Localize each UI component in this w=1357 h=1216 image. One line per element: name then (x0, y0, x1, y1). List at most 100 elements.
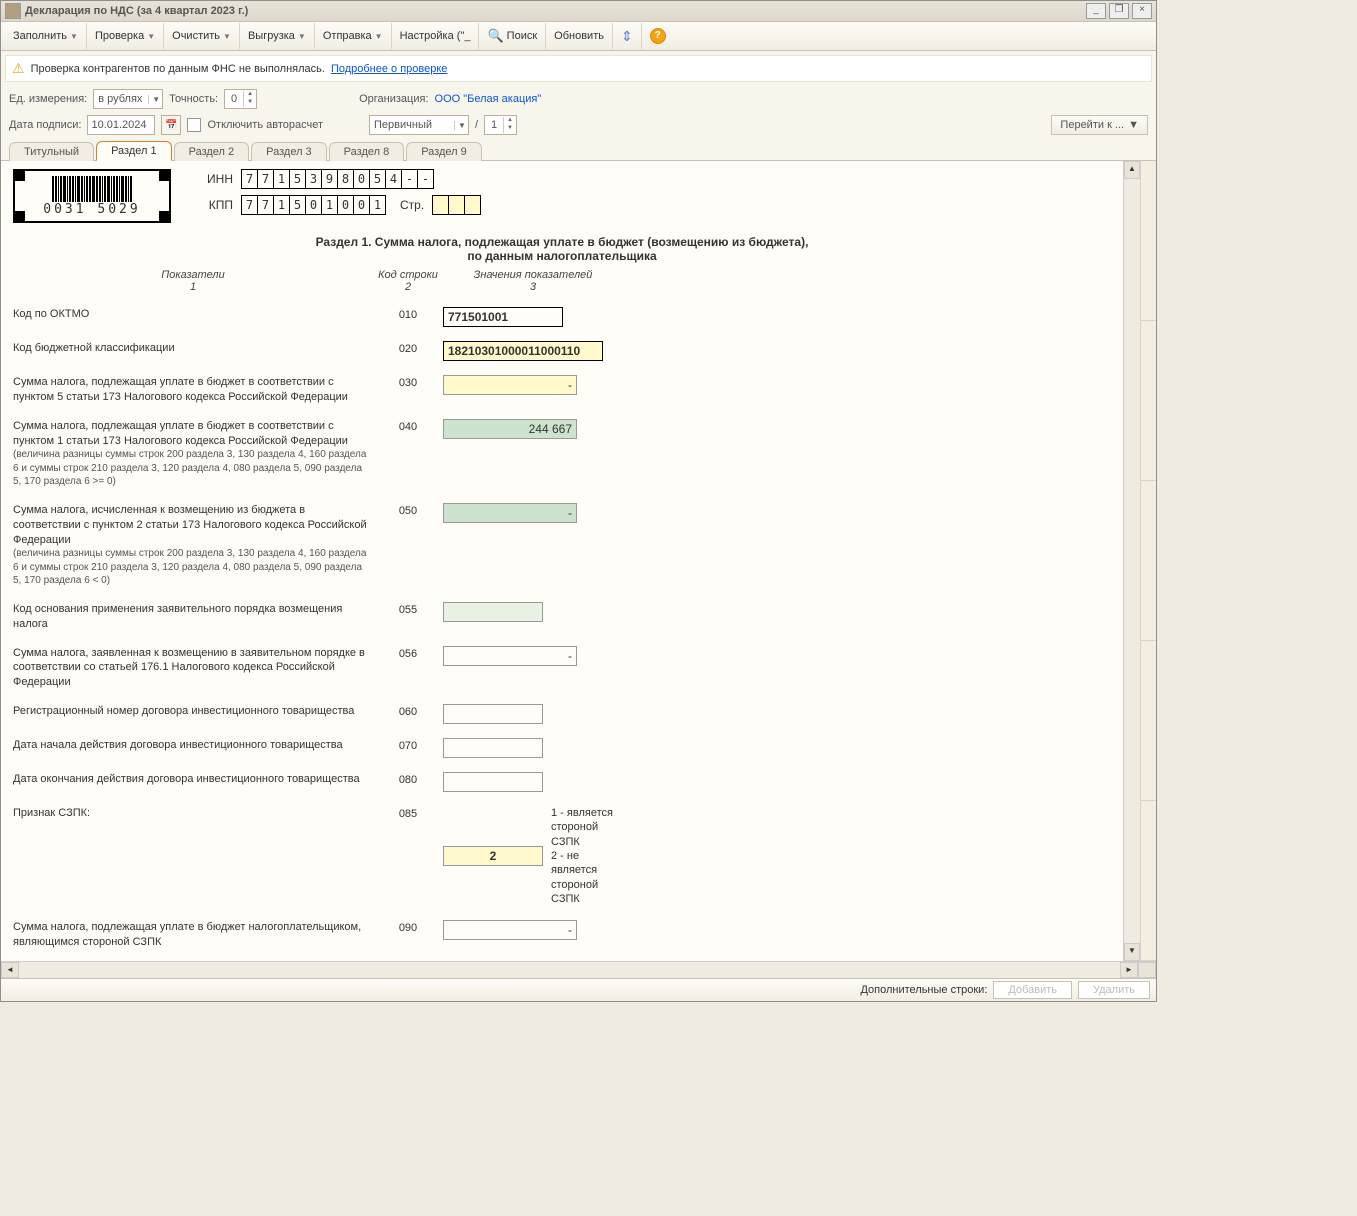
export-button[interactable]: Выгрузка▼ (240, 23, 315, 49)
form-row-050: Сумма налога, исчисленная к возмещению и… (13, 503, 1111, 588)
warning-link[interactable]: Подробнее о проверке (331, 63, 447, 75)
search-button[interactable]: 🔍Поиск (479, 23, 546, 49)
settings-button[interactable]: Настройка ("_ (392, 23, 480, 49)
value-cell: 21 - является стороной СЗПК2 - не являет… (443, 806, 623, 906)
warning-text: Проверка контрагентов по данным ФНС не в… (31, 63, 325, 75)
indicator-label: Сумма налога, подлежащая уплате в бюджет… (13, 419, 373, 489)
send-button[interactable]: Отправка▼ (315, 23, 392, 49)
warning-bar: ⚠ Проверка контрагентов по данным ФНС не… (5, 55, 1152, 82)
horizontal-scrollbar[interactable]: ◄ ► (1, 961, 1156, 978)
tab-section3[interactable]: Раздел 3 (251, 142, 327, 161)
column-headers: Показатели1 Код строки2 Значения показат… (13, 269, 1111, 293)
fill-button[interactable]: Заполнить▼ (5, 23, 87, 49)
form-row-030: Сумма налога, подлежащая уплате в бюджет… (13, 375, 1111, 405)
scroll-left-button[interactable]: ◄ (1, 962, 19, 978)
value-input[interactable] (443, 772, 543, 792)
vertical-scrollbar[interactable]: ▲ ▼ (1123, 161, 1140, 961)
disable-autocalc-label: Отключить авторасчет (207, 119, 323, 131)
delete-row-button[interactable]: Удалить (1078, 981, 1150, 999)
status-bar: Дополнительные строки: Добавить Удалить (1, 978, 1156, 1001)
help-button[interactable]: ? (642, 23, 674, 49)
param-row-1: Ед. измерения: в рублях▼ Точность: 0▲▼ О… (1, 86, 1156, 112)
form-row-090: Сумма налога, подлежащая уплате в бюджет… (13, 920, 1111, 950)
indicator-label: Сумма налога, подлежащая уплате в бюджет… (13, 375, 373, 405)
close-button[interactable]: × (1132, 3, 1152, 19)
tab-section1[interactable]: Раздел 1 (96, 141, 172, 161)
value-input[interactable]: - (443, 375, 577, 395)
form-row-085: Признак СЗПК:08521 - является стороной С… (13, 806, 1111, 906)
indicator-label: Сумма налога, подлежащая уплате в бюджет… (13, 920, 373, 950)
param-row-2: Дата подписи: 10.01.2024 📅 Отключить авт… (1, 112, 1156, 138)
section-title: Раздел 1. Сумма налога, подлежащая уплат… (13, 235, 1111, 263)
form-row-080: Дата окончания действия договора инвести… (13, 772, 1111, 792)
precision-spinner[interactable]: 0▲▼ (224, 89, 257, 109)
extra-rows-label: Дополнительные строки: (860, 984, 987, 996)
value-input[interactable]: 771501001 (443, 307, 563, 327)
form-row-060: Регистрационный номер договора инвестици… (13, 704, 1111, 724)
check-button[interactable]: Проверка▼ (87, 23, 164, 49)
scroll-right-button[interactable]: ► (1120, 962, 1138, 978)
line-code: 080 (373, 772, 443, 786)
value-input[interactable]: 18210301000011000110 (443, 341, 603, 361)
refresh-button[interactable]: Обновить (546, 23, 613, 49)
value-input[interactable]: - (443, 646, 577, 666)
search-icon: 🔍 (487, 28, 503, 44)
page-cells[interactable] (432, 195, 481, 215)
form-row-070: Дата начала действия договора инвестицио… (13, 738, 1111, 758)
line-code: 050 (373, 503, 443, 517)
line-code: 030 (373, 375, 443, 389)
value-cell (443, 602, 623, 622)
minimize-button[interactable]: _ (1086, 3, 1106, 19)
scroll-up-button[interactable]: ▲ (1124, 161, 1140, 179)
kpp-cells[interactable]: 771501001 (241, 195, 386, 215)
form-row-020: Код бюджетной классификации0201821030100… (13, 341, 1111, 361)
chevron-down-icon: ▼ (454, 121, 466, 130)
calendar-button[interactable]: 📅 (161, 115, 181, 135)
inn-cells[interactable]: 7715398054-- (241, 169, 434, 189)
value-input[interactable] (443, 738, 543, 758)
form-row-055: Код основания применения заявительного п… (13, 602, 1111, 632)
signdate-input[interactable]: 10.01.2024 (87, 115, 155, 135)
line-code: 085 (373, 806, 443, 820)
value-input[interactable] (443, 704, 543, 724)
form-area: 0031 5029 ИНН 7715398054-- КПП 771501001… (1, 161, 1156, 961)
org-link[interactable]: ООО "Белая акация" (435, 93, 542, 105)
org-label: Организация: (359, 93, 428, 105)
value-input[interactable]: - (443, 920, 577, 940)
app-icon (5, 3, 21, 19)
line-code: 010 (373, 307, 443, 321)
value-cell: - (443, 920, 623, 940)
maximize-button[interactable]: ❐ (1109, 3, 1129, 19)
value-cell: - (443, 503, 623, 523)
tab-title[interactable]: Титульный (9, 142, 94, 161)
goto-button[interactable]: Перейти к ...▼ (1051, 115, 1148, 135)
scroll-down-button[interactable]: ▼ (1124, 943, 1140, 961)
value-input[interactable]: 244 667 (443, 419, 577, 439)
value-cell: 18210301000011000110 (443, 341, 623, 361)
form-row-040: Сумма налога, подлежащая уплате в бюджет… (13, 419, 1111, 489)
form-row-056: Сумма налога, заявленная к возмещению в … (13, 646, 1111, 691)
tab-section8[interactable]: Раздел 8 (329, 142, 405, 161)
barcode-text: 0031 5029 (43, 202, 140, 217)
doctype-combo[interactable]: Первичный▼ (369, 115, 469, 135)
line-code: 040 (373, 419, 443, 433)
copyno-spinner[interactable]: 1▲▼ (484, 115, 517, 135)
pin-button[interactable]: ⇕ (613, 23, 642, 49)
app-window: Декларация по НДС (за 4 квартал 2023 г.)… (0, 0, 1157, 1002)
value-cell: 244 667 (443, 419, 623, 439)
value-cell: - (443, 375, 623, 395)
unit-combo[interactable]: в рублях▼ (93, 89, 163, 109)
value-input[interactable]: - (443, 503, 577, 523)
disable-autocalc-checkbox[interactable] (187, 118, 201, 132)
side-folds[interactable] (1140, 161, 1156, 961)
indicator-label: Дата начала действия договора инвестицио… (13, 738, 373, 753)
value-cell: 771501001 (443, 307, 623, 327)
tab-section2[interactable]: Раздел 2 (174, 142, 250, 161)
clear-button[interactable]: Очистить▼ (164, 23, 240, 49)
add-row-button[interactable]: Добавить (993, 981, 1072, 999)
value-input[interactable]: 2 (443, 846, 543, 866)
value-input[interactable] (443, 602, 543, 622)
value-cell (443, 704, 623, 724)
title-bar: Декларация по НДС (за 4 квартал 2023 г.)… (1, 1, 1156, 22)
tab-section9[interactable]: Раздел 9 (406, 142, 482, 161)
